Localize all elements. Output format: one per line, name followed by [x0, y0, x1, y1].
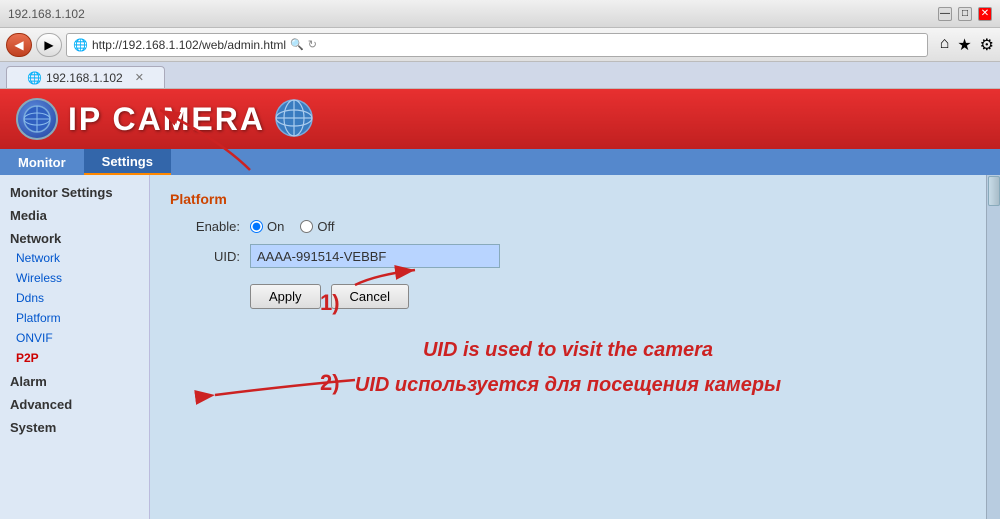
globe-icon	[275, 99, 313, 140]
nav-item-monitor[interactable]: Monitor	[0, 149, 84, 175]
minimize-button[interactable]: —	[938, 7, 952, 21]
sidebar-system[interactable]: System	[0, 414, 149, 437]
annotation-2: 2)	[320, 370, 340, 396]
sidebar-monitor-settings: Monitor Settings	[0, 179, 149, 202]
maximize-button[interactable]: □	[958, 7, 972, 21]
toolbar-icons: ⌂ ★ ⚙	[940, 35, 994, 55]
radio-on[interactable]	[250, 220, 263, 233]
star-icon[interactable]: ★	[957, 35, 971, 55]
radio-off[interactable]	[300, 220, 313, 233]
uid-row: UID:	[170, 244, 966, 268]
refresh-icon: ↻	[308, 38, 317, 51]
uid-input[interactable]	[250, 244, 500, 268]
sidebar-media[interactable]: Media	[0, 202, 149, 225]
main-nav: Monitor Settings	[0, 149, 1000, 175]
address-favicon: 🌐	[73, 38, 88, 52]
section-title: Platform	[170, 191, 966, 207]
sidebar-link-network[interactable]: Network	[4, 248, 149, 268]
content-area: Monitor Settings Media Network Network W…	[0, 175, 1000, 519]
app-title: IP CAMERA	[68, 101, 265, 138]
radio-on-text: On	[267, 219, 284, 234]
window-title: 192.168.1.102	[8, 7, 85, 21]
tab-bar: 🌐 192.168.1.102 ✕	[0, 62, 1000, 88]
main-panel: Platform Enable: On Off UID: 1)	[150, 175, 986, 519]
sidebar-network-section: Network	[0, 225, 149, 248]
btn-row: Apply Cancel	[250, 284, 966, 309]
uid-label: UID:	[170, 249, 250, 264]
annotation-1: 1)	[320, 290, 340, 316]
enable-row: Enable: On Off	[170, 219, 966, 234]
sidebar-link-onvif[interactable]: ONVIF	[4, 328, 149, 348]
sidebar-link-wireless[interactable]: Wireless	[4, 268, 149, 288]
info-text-en: UID is used to visit the camera	[170, 339, 966, 362]
tab-close-icon[interactable]: ✕	[135, 71, 144, 84]
forward-button[interactable]: ▶	[36, 33, 62, 57]
apply-button[interactable]: Apply	[250, 284, 321, 309]
sidebar-link-platform[interactable]: Platform	[4, 308, 149, 328]
sidebar-link-p2p[interactable]: P2P	[4, 348, 149, 368]
tab-label: 192.168.1.102	[46, 71, 123, 85]
tab-favicon: 🌐	[27, 71, 42, 85]
right-scrollbar[interactable]	[986, 175, 1000, 519]
radio-off-text: Off	[317, 219, 334, 234]
home-icon[interactable]: ⌂	[940, 35, 950, 55]
app-header: IP CAMERA	[0, 89, 1000, 149]
scrollbar-track	[987, 175, 1000, 519]
sidebar-link-ddns[interactable]: Ddns	[4, 288, 149, 308]
title-bar-buttons: — □ ✕	[938, 7, 992, 21]
sidebar-submenu-network: Network Wireless Ddns Platform ONVIF P2P	[0, 248, 149, 368]
close-button[interactable]: ✕	[978, 7, 992, 21]
radio-off-label[interactable]: Off	[300, 219, 334, 234]
title-bar: 192.168.1.102 — □ ✕	[0, 0, 1000, 28]
scrollbar-thumb[interactable]	[988, 176, 1000, 206]
cancel-button[interactable]: Cancel	[331, 284, 409, 309]
sidebar-alarm[interactable]: Alarm	[0, 368, 149, 391]
sidebar-advanced[interactable]: Advanced	[0, 391, 149, 414]
radio-group-enable: On Off	[250, 219, 334, 234]
enable-label: Enable:	[170, 219, 250, 234]
browser-tab[interactable]: 🌐 192.168.1.102 ✕	[6, 66, 165, 88]
info-text-ru: UID используется для посещения камеры	[170, 374, 966, 397]
app-logo-icon	[16, 98, 58, 140]
radio-on-label[interactable]: On	[250, 219, 284, 234]
back-button[interactable]: ◀	[6, 33, 32, 57]
nav-item-settings[interactable]: Settings	[84, 149, 171, 175]
search-icon: 🔍	[290, 38, 304, 51]
nav-bar: ◀ ▶ 🌐 http://192.168.1.102/web/admin.htm…	[0, 28, 1000, 62]
gear-icon[interactable]: ⚙	[980, 35, 994, 55]
address-bar[interactable]: 🌐 http://192.168.1.102/web/admin.html 🔍 …	[66, 33, 928, 57]
address-text: http://192.168.1.102/web/admin.html	[92, 38, 286, 52]
sidebar: Monitor Settings Media Network Network W…	[0, 175, 150, 519]
title-bar-left: 192.168.1.102	[8, 7, 85, 21]
